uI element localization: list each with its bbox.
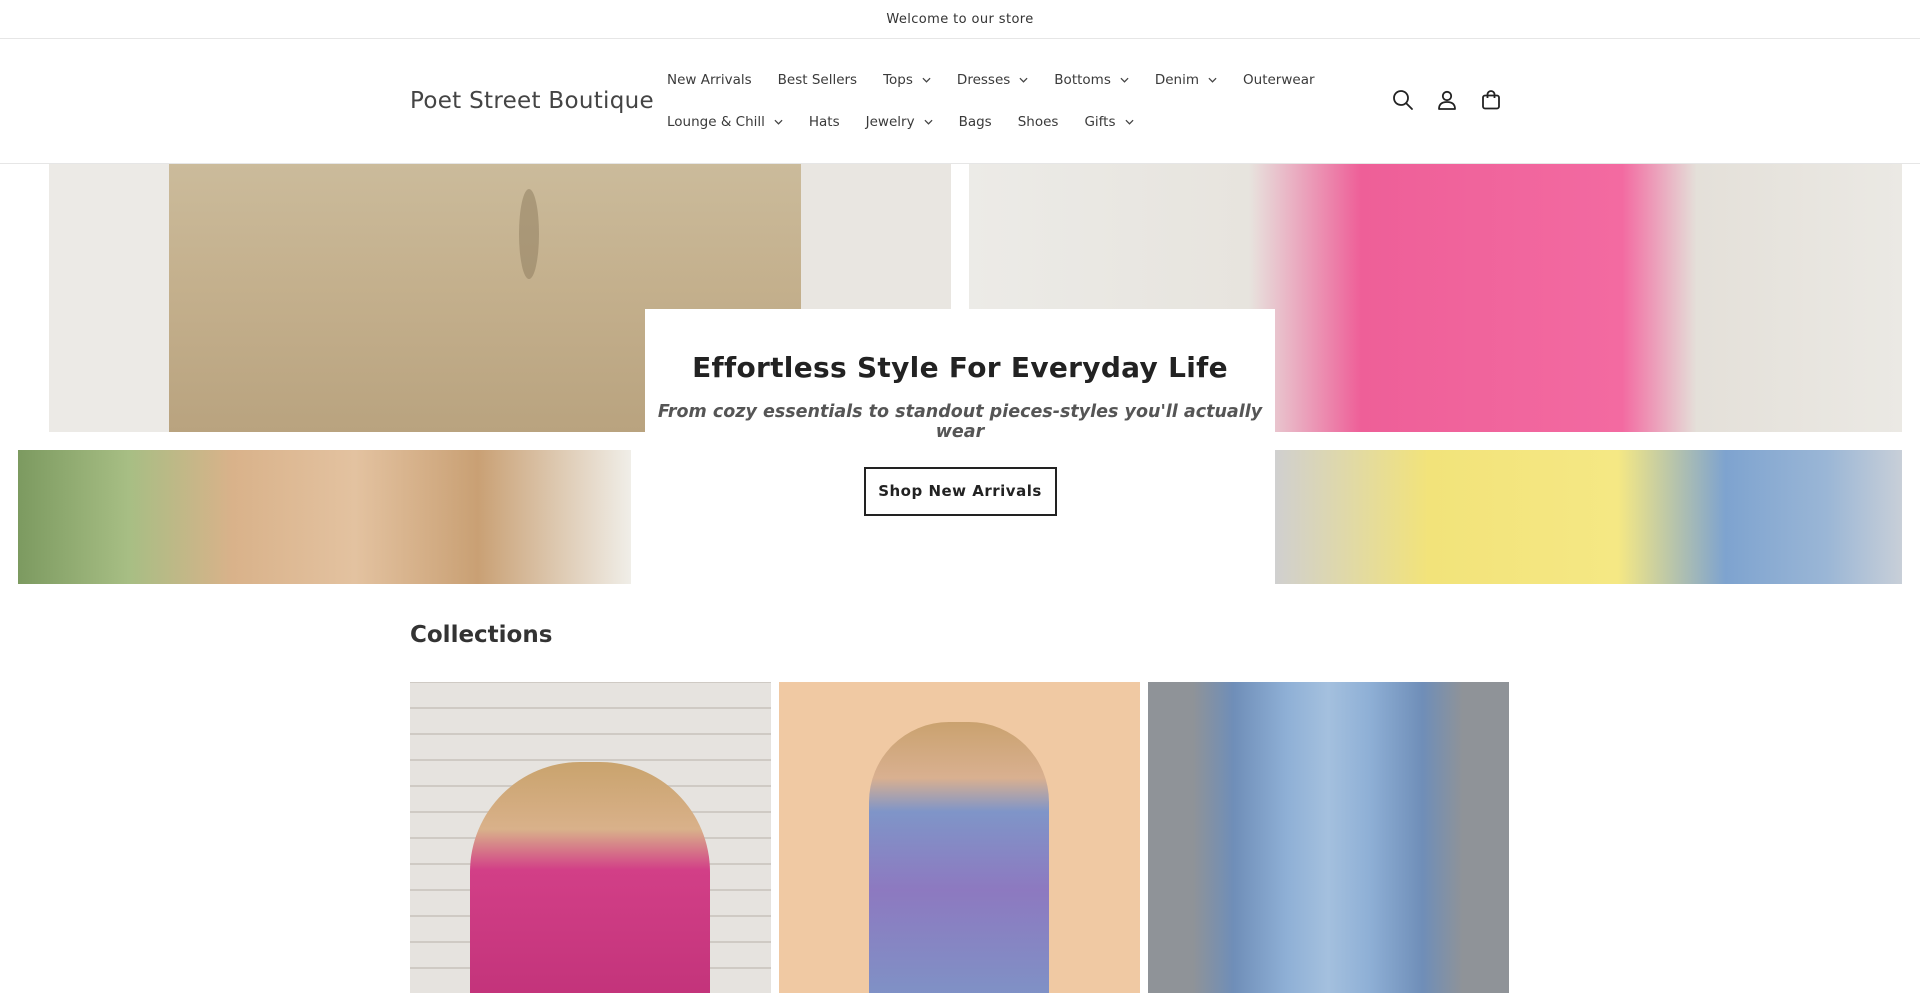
collection-card-dresses[interactable] [779,682,1140,993]
hero-image-yellow-sweatshirt [1271,450,1902,584]
header-icons [1390,87,1504,113]
collections-heading: Collections [410,622,553,648]
nav-item-label: Gifts [1084,114,1116,130]
nav-item-label: Hats [808,114,840,130]
search-icon[interactable] [1390,87,1416,113]
nav-item-jewelry[interactable]: Jewelry [853,112,946,132]
nav-item-lounge-chill[interactable]: Lounge & Chill [654,112,796,132]
nav-item-label: Shoes [1017,114,1059,130]
chevron-down-icon [1124,119,1134,125]
nav-item-label: Bags [958,114,992,130]
nav-item-label: New Arrivals [667,72,752,88]
shop-new-arrivals-button[interactable]: Shop New Arrivals [863,467,1057,516]
chevron-down-icon [1208,77,1217,83]
announcement-bar: Welcome to our store [0,0,1920,39]
nav-item-denim[interactable]: Denim [1142,70,1230,90]
main-nav-row-2: Lounge & Chill Hats Jewelry Bags Shoes Gifts [654,112,1147,132]
site-header: Poet Street Boutique New Arrivals Best Se… [0,39,1920,164]
nav-item-tops[interactable]: Tops [870,70,944,90]
nav-item-bottoms[interactable]: Bottoms [1041,70,1142,90]
account-icon[interactable] [1434,87,1460,113]
nav-item-label: Best Sellers [777,72,858,88]
store-logo[interactable]: Poet Street Boutique [410,88,654,114]
chevron-down-icon [774,119,783,125]
nav-item-gifts[interactable]: Gifts [1071,112,1146,132]
main-nav-row-1: New Arrivals Best Sellers Tops Dresses Botto… [654,70,1328,90]
nav-item-label: Denim [1154,72,1200,88]
nav-item-label: Outerwear [1243,72,1315,88]
nav-item-label: Lounge & Chill [667,114,765,130]
collection-card-denim[interactable] [1148,682,1509,993]
nav-item-shoes[interactable]: Shoes [1005,112,1072,132]
nav-item-outerwear[interactable]: Outerwear [1230,70,1328,90]
nav-item-label: Dresses [956,72,1011,88]
nav-item-label: Tops [883,72,913,88]
nav-item-label: Bottoms [1054,72,1111,88]
chevron-down-icon [1019,77,1028,83]
announcement-text: Welcome to our store [886,11,1034,27]
hero-title: Effortless Style For Everyday Life [692,351,1228,384]
collection-card-tops[interactable] [410,682,771,993]
chevron-down-icon [922,77,931,83]
hero-image-woman-portrait [18,450,631,584]
chevron-down-icon [1120,77,1129,83]
hero-subtitle: From cozy essentials to standout pieces-… [657,402,1263,442]
nav-item-bags[interactable]: Bags [946,112,1005,132]
nav-item-new-arrivals[interactable]: New Arrivals [654,70,765,90]
hero-content-card: Effortless Style For Everyday Life From … [645,309,1275,584]
nav-item-hats[interactable]: Hats [796,112,853,132]
nav-item-best-sellers[interactable]: Best Sellers [765,70,870,90]
chevron-down-icon [924,119,933,125]
nav-item-dresses[interactable]: Dresses [944,70,1041,90]
nav-item-label: Jewelry [865,114,915,130]
cart-icon[interactable] [1478,87,1504,113]
